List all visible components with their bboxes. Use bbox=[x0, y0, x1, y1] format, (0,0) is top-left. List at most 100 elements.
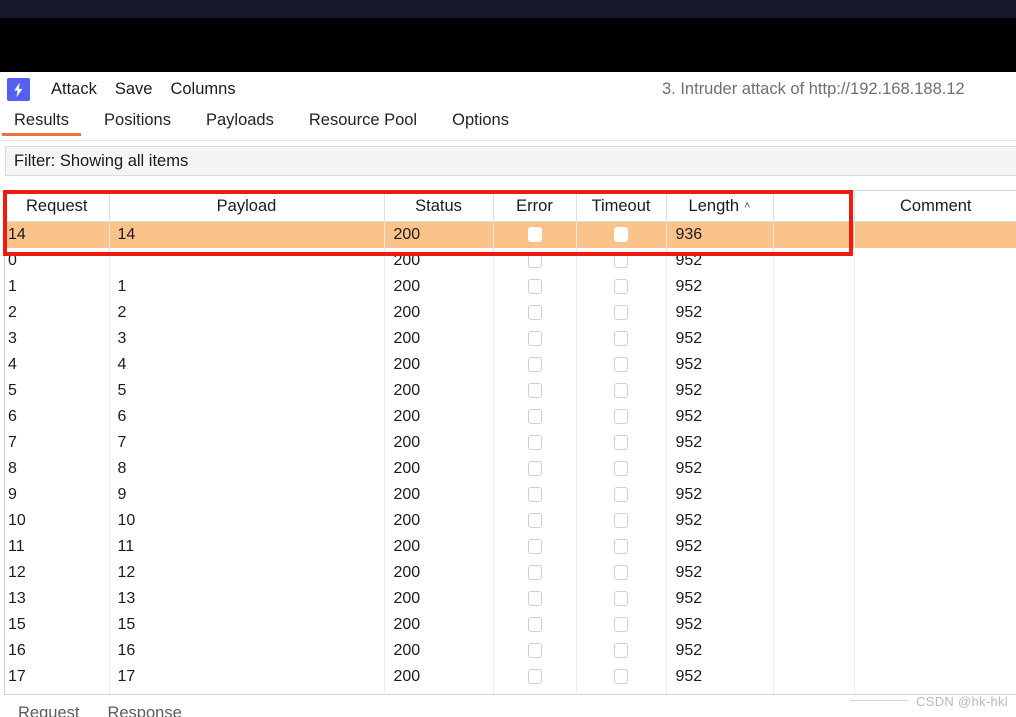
table-row[interactable]: 9 9 200 952 bbox=[5, 482, 1016, 508]
table-row[interactable]: 12 12 200 952 bbox=[5, 560, 1016, 586]
cell-error-checkbox[interactable] bbox=[493, 664, 577, 690]
cell-error-checkbox[interactable] bbox=[493, 326, 577, 352]
cell-timeout-checkbox[interactable] bbox=[576, 430, 667, 456]
checkbox-icon[interactable] bbox=[527, 253, 542, 269]
column-header-timeout[interactable]: Timeout bbox=[576, 191, 667, 222]
tab-resource-pool[interactable]: Resource Pool bbox=[295, 107, 431, 136]
cell-timeout-checkbox[interactable] bbox=[576, 508, 667, 534]
checkbox-icon[interactable] bbox=[614, 383, 628, 399]
bottom-tab-response[interactable]: Response bbox=[93, 703, 195, 717]
checkbox-icon[interactable] bbox=[527, 565, 542, 581]
cell-error-checkbox[interactable] bbox=[493, 638, 577, 664]
cell-error-checkbox[interactable] bbox=[493, 456, 577, 482]
checkbox-icon[interactable] bbox=[614, 487, 628, 503]
table-row[interactable]: 10 10 200 952 bbox=[5, 508, 1016, 534]
tab-options[interactable]: Options bbox=[438, 107, 523, 136]
checkbox-icon[interactable] bbox=[527, 435, 542, 451]
checkbox-icon[interactable] bbox=[527, 487, 542, 503]
cell-timeout-checkbox[interactable] bbox=[576, 664, 667, 690]
cell-error-checkbox[interactable] bbox=[493, 508, 577, 534]
cell-error-checkbox[interactable] bbox=[493, 274, 577, 300]
checkbox-icon[interactable] bbox=[527, 331, 542, 347]
menu-item-columns[interactable]: Columns bbox=[161, 80, 244, 99]
checkbox-icon[interactable] bbox=[527, 383, 542, 399]
checkbox-icon[interactable] bbox=[614, 591, 628, 607]
cell-timeout-checkbox[interactable] bbox=[576, 300, 667, 326]
checkbox-icon[interactable] bbox=[614, 305, 628, 321]
cell-timeout-checkbox[interactable] bbox=[576, 690, 667, 694]
column-header-comment[interactable]: Comment bbox=[854, 191, 1016, 222]
checkbox-icon[interactable] bbox=[614, 279, 628, 295]
table-row[interactable]: 17 17 200 952 bbox=[5, 664, 1016, 690]
checkbox-icon[interactable] bbox=[614, 539, 628, 555]
checkbox-icon[interactable] bbox=[527, 409, 542, 425]
column-header-error[interactable]: Error bbox=[493, 191, 577, 222]
checkbox-icon[interactable] bbox=[614, 513, 628, 529]
table-row[interactable]: 4 4 200 952 bbox=[5, 352, 1016, 378]
checkbox-icon[interactable] bbox=[527, 591, 542, 607]
table-row[interactable]: 16 16 200 952 bbox=[5, 638, 1016, 664]
tab-results[interactable]: Results bbox=[0, 107, 83, 136]
checkbox-icon[interactable] bbox=[527, 669, 542, 685]
checkbox-icon[interactable] bbox=[527, 643, 542, 659]
cell-timeout-checkbox[interactable] bbox=[576, 274, 667, 300]
cell-error-checkbox[interactable] bbox=[493, 378, 577, 404]
cell-timeout-checkbox[interactable] bbox=[576, 404, 667, 430]
cell-error-checkbox[interactable] bbox=[493, 430, 577, 456]
cell-timeout-checkbox[interactable] bbox=[576, 326, 667, 352]
filter-bar[interactable]: Filter: Showing all items bbox=[5, 146, 1016, 176]
checkbox-icon[interactable] bbox=[614, 357, 628, 373]
column-header-payload[interactable]: Payload bbox=[109, 191, 385, 222]
checkbox-icon[interactable] bbox=[614, 435, 628, 451]
menu-item-attack[interactable]: Attack bbox=[42, 80, 106, 99]
cell-error-checkbox[interactable] bbox=[493, 586, 577, 612]
tab-positions[interactable]: Positions bbox=[90, 107, 185, 136]
results-table-container[interactable]: Request Payload Status Error Timeout Len… bbox=[4, 190, 1016, 695]
cell-timeout-checkbox[interactable] bbox=[576, 482, 667, 508]
cell-error-checkbox[interactable] bbox=[493, 221, 577, 248]
checkbox-icon[interactable] bbox=[614, 617, 628, 633]
cell-timeout-checkbox[interactable] bbox=[576, 378, 667, 404]
cell-error-checkbox[interactable] bbox=[493, 560, 577, 586]
cell-timeout-checkbox[interactable] bbox=[576, 638, 667, 664]
table-row[interactable] bbox=[5, 690, 1016, 694]
cell-timeout-checkbox[interactable] bbox=[576, 534, 667, 560]
checkbox-icon[interactable] bbox=[614, 565, 628, 581]
checkbox-icon[interactable] bbox=[614, 253, 628, 269]
cell-timeout-checkbox[interactable] bbox=[576, 352, 667, 378]
checkbox-icon[interactable] bbox=[527, 617, 542, 633]
checkbox-icon[interactable] bbox=[614, 227, 628, 243]
cell-timeout-checkbox[interactable] bbox=[576, 456, 667, 482]
checkbox-icon[interactable] bbox=[614, 643, 628, 659]
table-row[interactable]: 2 2 200 952 bbox=[5, 300, 1016, 326]
checkbox-icon[interactable] bbox=[527, 305, 542, 321]
checkbox-icon[interactable] bbox=[527, 227, 542, 243]
table-row[interactable]: 6 6 200 952 bbox=[5, 404, 1016, 430]
checkbox-icon[interactable] bbox=[527, 279, 542, 295]
table-row[interactable]: 8 8 200 952 bbox=[5, 456, 1016, 482]
cell-error-checkbox[interactable] bbox=[493, 612, 577, 638]
checkbox-icon[interactable] bbox=[614, 331, 628, 347]
tab-payloads[interactable]: Payloads bbox=[192, 107, 288, 136]
column-header-request[interactable]: Request bbox=[5, 191, 110, 222]
checkbox-icon[interactable] bbox=[527, 513, 542, 529]
column-header-spacer[interactable] bbox=[773, 191, 855, 222]
cell-error-checkbox[interactable] bbox=[493, 300, 577, 326]
cell-error-checkbox[interactable] bbox=[493, 482, 577, 508]
checkbox-icon[interactable] bbox=[527, 539, 542, 555]
table-row[interactable]: 14 14 200 936 bbox=[5, 221, 1016, 248]
cell-error-checkbox[interactable] bbox=[493, 404, 577, 430]
menu-item-save[interactable]: Save bbox=[106, 80, 162, 99]
table-row[interactable]: 13 13 200 952 bbox=[5, 586, 1016, 612]
table-row[interactable]: 3 3 200 952 bbox=[5, 326, 1016, 352]
cell-timeout-checkbox[interactable] bbox=[576, 560, 667, 586]
cell-timeout-checkbox[interactable] bbox=[576, 612, 667, 638]
checkbox-icon[interactable] bbox=[614, 409, 628, 425]
checkbox-icon[interactable] bbox=[614, 669, 628, 685]
cell-error-checkbox[interactable] bbox=[493, 248, 577, 274]
cell-error-checkbox[interactable] bbox=[493, 534, 577, 560]
table-row[interactable]: 7 7 200 952 bbox=[5, 430, 1016, 456]
bottom-tab-request[interactable]: Request bbox=[4, 703, 93, 717]
column-header-status[interactable]: Status bbox=[384, 191, 494, 222]
cell-error-checkbox[interactable] bbox=[493, 352, 577, 378]
